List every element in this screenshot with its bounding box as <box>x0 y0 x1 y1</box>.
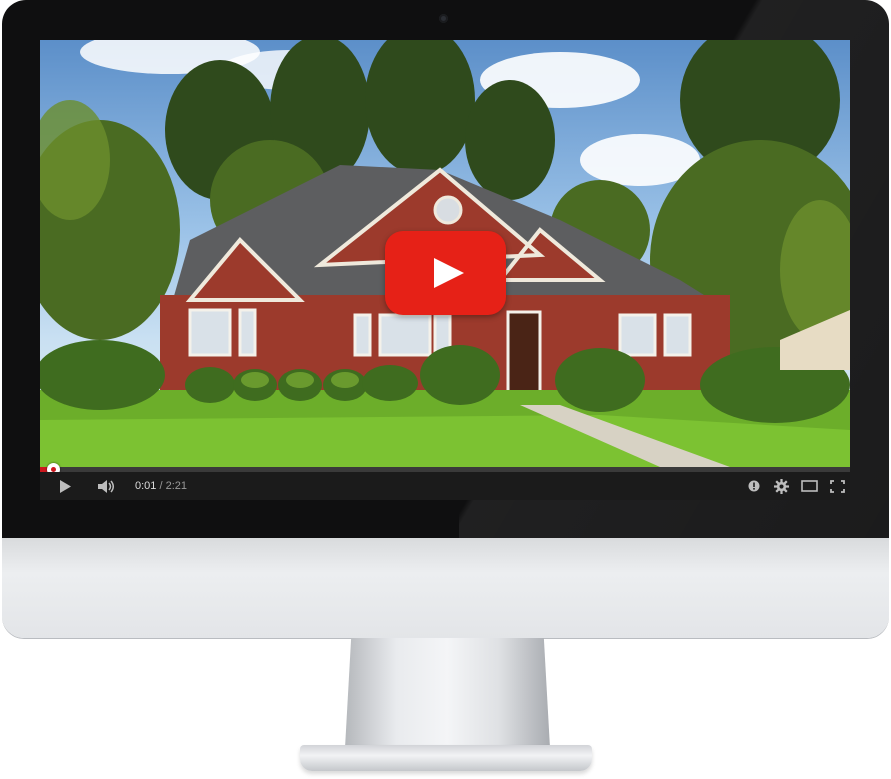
window <box>618 313 657 357</box>
video-player: 0:01 / 2:21 <box>40 40 850 500</box>
monitor-stand <box>345 638 550 748</box>
shrub <box>362 365 418 401</box>
shrub <box>40 340 165 410</box>
fullscreen-icon[interactable] <box>826 472 848 500</box>
window <box>378 313 432 357</box>
time-display: 0:01 / 2:21 <box>135 472 187 500</box>
volume-icon[interactable] <box>95 472 119 500</box>
shrub <box>331 372 359 388</box>
tree <box>365 40 475 175</box>
window <box>188 308 232 357</box>
window <box>353 313 372 357</box>
time-separator: / <box>156 480 166 492</box>
shrub <box>185 367 235 403</box>
lawn-front <box>40 415 850 467</box>
theater-mode-icon[interactable] <box>798 472 820 500</box>
player-controls: 0:01 / 2:21 <box>40 472 850 500</box>
info-icon[interactable] <box>744 472 764 500</box>
youtube-play-button[interactable] <box>385 231 506 315</box>
duration: 2:21 <box>165 480 188 492</box>
shrub <box>420 345 500 405</box>
round-window <box>433 195 463 225</box>
webcam <box>439 14 448 23</box>
play-icon[interactable] <box>54 472 76 500</box>
current-time: 0:01 <box>135 480 157 492</box>
shrub <box>555 348 645 412</box>
shrub <box>241 372 269 388</box>
monitor-base <box>300 745 592 771</box>
tree <box>465 80 555 200</box>
video-frame[interactable] <box>40 40 850 467</box>
shrub <box>286 372 314 388</box>
window <box>663 313 692 357</box>
front-door <box>506 310 542 399</box>
gear-icon[interactable] <box>770 472 792 500</box>
window <box>238 308 257 357</box>
monitor-chin <box>2 538 889 638</box>
